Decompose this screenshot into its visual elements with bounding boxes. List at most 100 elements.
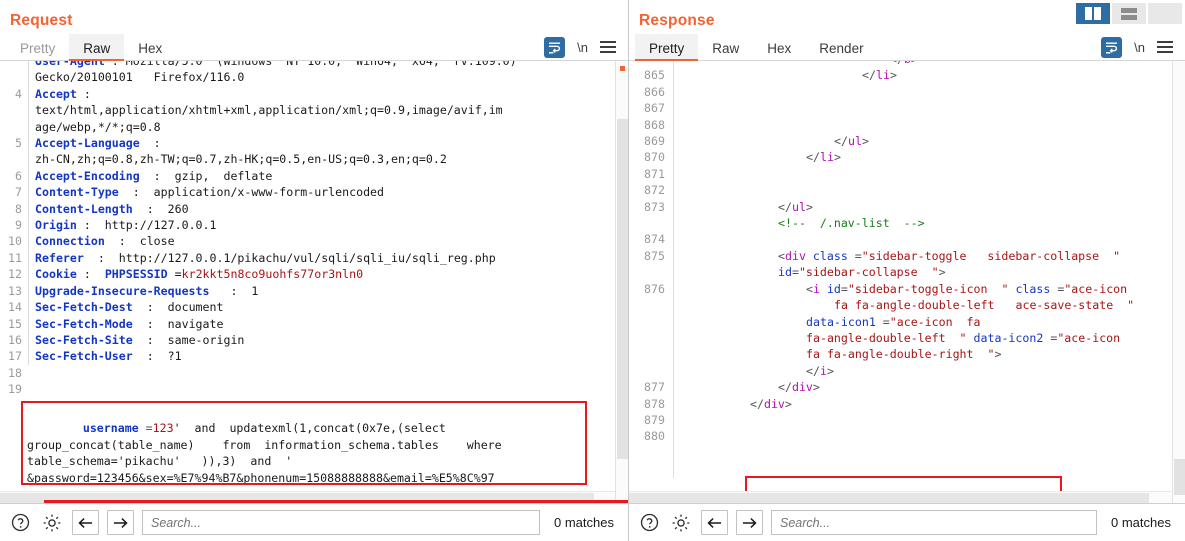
line-number: 876	[644, 281, 665, 296]
code-line: 868	[629, 116, 1185, 134]
layout-split-horizontal-button[interactable]	[1112, 3, 1146, 24]
code-line: 877 </div>	[629, 379, 1185, 396]
code-text: <div class ="sidebar-toggle sidebar-coll…	[673, 247, 1185, 265]
code-text: </li>	[673, 149, 1185, 166]
word-wrap-icon[interactable]	[1101, 36, 1123, 58]
response-horizontal-scrollbar[interactable]	[629, 491, 1172, 503]
request-search-input[interactable]	[142, 510, 541, 535]
code-text: fa-angle-double-left " data-icon2 ="ace-…	[673, 329, 1185, 347]
line-number: 868	[644, 117, 665, 132]
tab-request-hex[interactable]: Hex	[124, 34, 176, 60]
code-text: id="sidebar-collapse ">	[673, 264, 1185, 281]
line-number: 867	[644, 101, 665, 116]
code-line: 4 Accept :	[0, 85, 628, 103]
response-search-input[interactable]	[771, 510, 1098, 535]
request-editor[interactable]: User-Agent : Mozilla/5.0 (Windows NT 10.…	[0, 61, 628, 503]
code-line: <!-- /.nav-list -->	[629, 215, 1185, 232]
tab-request-raw[interactable]: Raw	[69, 34, 125, 61]
code-text	[673, 428, 1185, 445]
split-horizontal-icon	[1121, 7, 1137, 20]
code-line: 867	[629, 100, 1185, 117]
code-line: 13 Upgrade-Insecure-Requests : 1	[0, 282, 628, 300]
code-text: fa fa-angle-double-left ace-save-state "	[673, 297, 1185, 314]
hamburger-menu-icon[interactable]	[600, 41, 616, 53]
response-hscroll-thumb[interactable]	[629, 493, 1149, 503]
code-line: 876 <i id="sidebar-toggle-icon " class ="…	[629, 280, 1185, 298]
line-number: 871	[644, 166, 665, 181]
line-number: 870	[644, 150, 665, 165]
gear-icon[interactable]	[40, 511, 64, 535]
newline-toggle-button[interactable]: \n	[1134, 40, 1145, 55]
tab-response-pretty[interactable]: Pretty	[635, 34, 699, 61]
request-highlight-box: username =123' and updatexml(1,concat(0x…	[21, 401, 587, 485]
search-next-button[interactable]	[736, 510, 763, 535]
line-number: 7	[15, 185, 22, 200]
code-line: 16 Sec-Fetch-Site : same-origin	[0, 331, 628, 349]
code-line: 5 Accept-Language :	[0, 135, 628, 152]
search-prev-button[interactable]	[72, 510, 99, 535]
code-text	[673, 83, 1185, 101]
code-line: 880	[629, 428, 1185, 445]
param-username-value: 123	[152, 421, 174, 436]
line-number: 15	[8, 316, 22, 331]
line-number: 874	[644, 232, 665, 247]
line-number: 879	[644, 412, 665, 427]
hamburger-menu-icon[interactable]	[1157, 41, 1173, 53]
word-wrap-icon[interactable]	[544, 36, 566, 58]
code-line: 15 Sec-Fetch-Mode : navigate	[0, 315, 628, 332]
code-line: 878 </div>	[629, 395, 1185, 412]
line-number: 17	[8, 349, 22, 364]
response-vertical-scrollbar[interactable]	[1172, 61, 1185, 503]
layout-split-vertical-button[interactable]	[1076, 3, 1110, 24]
tab-response-render[interactable]: Render	[805, 34, 877, 60]
code-line: User-Agent : Mozilla/5.0 (Windows NT 10.…	[0, 61, 628, 70]
code-line: 14 Sec-Fetch-Dest : document	[0, 299, 628, 316]
newline-toggle-button[interactable]: \n	[577, 40, 588, 55]
code-text: </ul>	[673, 198, 1185, 216]
layout-single-pane-button[interactable]	[1148, 3, 1182, 24]
code-line: 874	[629, 231, 1185, 248]
search-prev-button[interactable]	[701, 510, 728, 535]
param-username-key: username	[82, 421, 139, 436]
code-text: Cookie : PHPSESSID =kr2kkt5n8co9uohfs77o…	[28, 266, 628, 283]
post-params-part1: &password=123456&sex=%E7%94%B7&phonenum=…	[27, 470, 495, 485]
request-tab-actions: \n	[544, 34, 628, 60]
response-bottombar: 0 matches	[629, 503, 1185, 541]
request-tabbar: Pretty Raw Hex \n	[0, 34, 628, 61]
response-match-count: 0 matches	[1111, 515, 1171, 530]
code-text	[673, 100, 1185, 117]
help-circle-icon[interactable]	[637, 511, 661, 535]
code-text: Accept-Language :	[28, 135, 628, 152]
sqli-payload-part1: ' and updatexml(1,concat(0x7e,(select	[173, 421, 446, 436]
response-editor[interactable]: </b>865</li>866 867 868 869</ul>870</li>…	[629, 61, 1185, 503]
code-line: zh-CN,zh;q=0.8,zh-TW;q=0.7,zh-HK;q=0.5,e…	[0, 151, 628, 168]
response-vscroll-thumb[interactable]	[1174, 459, 1185, 495]
layout-toggle-group	[1076, 3, 1182, 24]
gear-icon[interactable]	[669, 511, 693, 535]
request-title: Request	[10, 12, 73, 29]
code-text: </ul>	[673, 133, 1185, 150]
tab-response-raw[interactable]: Raw	[698, 34, 753, 60]
code-text	[673, 165, 1185, 183]
request-vscroll-thumb[interactable]	[617, 119, 628, 459]
code-line: 11 Referer : http://127.0.0.1/pikachu/vul…	[0, 249, 628, 267]
line-number: 13	[8, 283, 22, 298]
code-text: Accept :	[28, 85, 628, 103]
line-number: 12	[8, 267, 22, 282]
code-text: Sec-Fetch-User : ?1	[28, 348, 628, 365]
code-line: 6 Accept-Encoding : gzip, deflate	[0, 167, 628, 185]
request-vertical-scrollbar[interactable]	[615, 61, 628, 503]
code-line: 866	[629, 83, 1185, 101]
code-line: fa fa-angle-double-right ">	[629, 346, 1185, 363]
code-line: 7 Content-Type : application/x-www-form-u…	[0, 184, 628, 201]
request-activity-strip	[44, 500, 628, 503]
code-line: 869 </ul>	[629, 133, 1185, 150]
tab-response-hex[interactable]: Hex	[753, 34, 805, 60]
search-next-button[interactable]	[107, 510, 134, 535]
tab-request-pretty[interactable]: Pretty	[6, 34, 69, 60]
code-line: 19	[0, 381, 628, 397]
response-tab-actions: \n	[1101, 34, 1185, 60]
code-line	[629, 444, 1185, 462]
code-text	[673, 231, 1185, 248]
help-circle-icon[interactable]	[8, 511, 32, 535]
